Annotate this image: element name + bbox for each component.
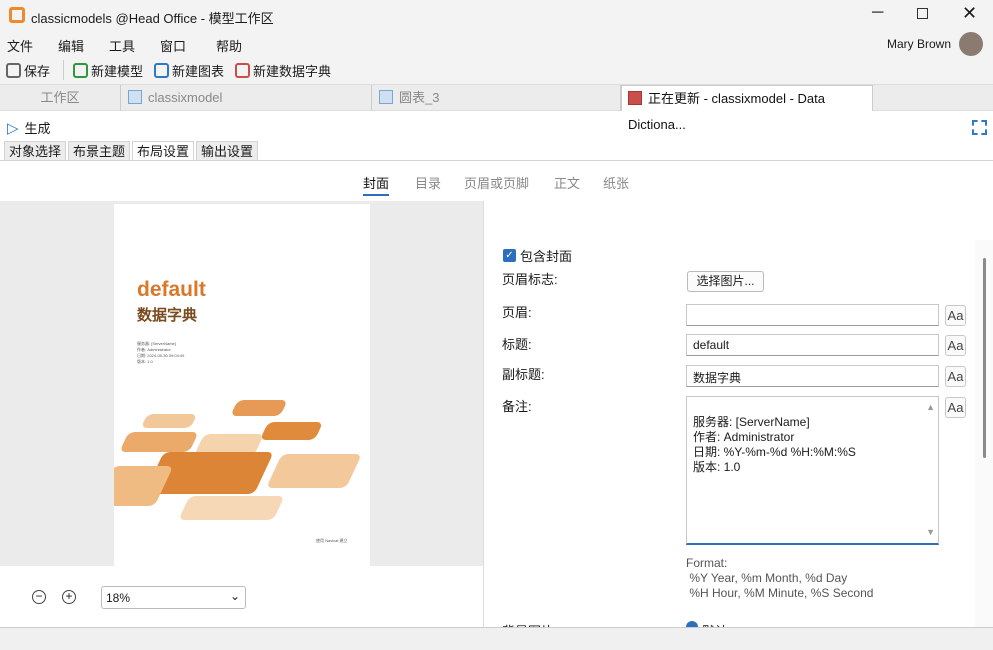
subtitle-label: 副标题: — [502, 367, 545, 382]
zoom-out-button[interactable]: − — [32, 590, 46, 604]
new-diagram-button[interactable]: 新建图表 — [154, 61, 224, 80]
diagram-icon — [379, 90, 393, 104]
scroll-down-icon[interactable]: ▼ — [926, 525, 935, 540]
title-bar: classicmodels @Head Office - 模型工作区 ─ ✕ — [0, 0, 993, 32]
new-dictionary-button[interactable]: 新建数据字典 — [235, 61, 331, 80]
vertical-scrollbar[interactable] — [975, 240, 993, 627]
title-label: 标题: — [502, 337, 532, 352]
play-icon: ▷ — [7, 119, 19, 137]
title-font-button[interactable]: Aa — [945, 335, 966, 356]
dictionary-icon — [628, 91, 642, 105]
cover-art — [178, 496, 285, 520]
window-title: classicmodels @Head Office - 模型工作区 — [31, 11, 274, 26]
maximize-button[interactable] — [917, 8, 928, 19]
menu-bar: 文件 编辑 工具 窗口 帮助 Mary Brown — [0, 32, 993, 56]
document-tabs: 工作区 classixmodel 圆表_3 正在更新 - classixmode… — [0, 84, 993, 132]
menu-file[interactable]: 文件 — [7, 36, 33, 55]
cover-preview: default 数据字典 服务器: [ServerName] 作者: Admini… — [114, 204, 370, 566]
new-model-icon — [73, 63, 88, 78]
cover-art — [119, 432, 199, 452]
fullscreen-icon[interactable] — [972, 120, 987, 135]
choose-image-button[interactable]: 选择图片... — [687, 271, 764, 292]
header-font-button[interactable]: Aa — [945, 305, 966, 326]
tab-workspace[interactable]: 工作区 — [0, 85, 121, 111]
menu-tools[interactable]: 工具 — [109, 36, 135, 55]
notes-label: 备注: — [502, 399, 532, 414]
cover-art — [266, 454, 362, 488]
section-toc[interactable]: 目录 — [415, 173, 441, 192]
notes-font-button[interactable]: Aa — [945, 397, 966, 418]
app-logo-icon — [9, 7, 25, 23]
status-bar — [0, 627, 993, 650]
subtitle-font-button[interactable]: Aa — [945, 366, 966, 387]
new-diagram-icon — [154, 63, 169, 78]
close-button[interactable]: ✕ — [962, 3, 977, 24]
divider — [63, 60, 64, 80]
section-body[interactable]: 正文 — [554, 173, 580, 192]
cover-art — [140, 414, 198, 428]
menu-window[interactable]: 窗口 — [160, 36, 186, 55]
scroll-up-icon[interactable]: ▲ — [926, 400, 935, 415]
chevron-down-icon: ⌄ — [229, 589, 240, 603]
save-icon — [6, 63, 21, 78]
tab-theme[interactable]: 布景主题 — [68, 141, 131, 161]
notes-textarea[interactable]: 服务器: [ServerName] 作者: Administrator 日期: … — [686, 396, 939, 545]
divider — [483, 201, 484, 627]
header-label: 页眉: — [502, 305, 532, 320]
preview-subtitle: 数据字典 — [137, 307, 198, 324]
preview-title: default — [137, 278, 206, 301]
format-help: Format: %Y Year, %m Month, %d Day %H Hou… — [686, 556, 874, 600]
logo-label: 页眉标志: — [502, 272, 558, 287]
header-input[interactable] — [686, 304, 939, 326]
cover-art — [230, 400, 288, 416]
divider — [0, 160, 993, 161]
section-cover[interactable]: 封面 — [363, 173, 390, 196]
menu-help[interactable]: 帮助 — [216, 36, 242, 55]
tab-object-selection[interactable]: 对象选择 — [4, 141, 67, 161]
new-model-button[interactable]: 新建模型 — [73, 61, 143, 80]
tab-classixmodel[interactable]: classixmodel — [122, 85, 372, 111]
include-cover-checkbox[interactable]: ✓ 包含封面 — [503, 246, 572, 265]
preview-notes: 服务器: [ServerName] 作者: Administrator 日期: 20… — [137, 341, 185, 364]
tab-output[interactable]: 输出设置 — [196, 141, 259, 161]
zoom-in-button[interactable]: + — [62, 590, 76, 604]
user-name[interactable]: Mary Brown — [887, 37, 951, 51]
tab-data-dictionary[interactable]: 正在更新 - classixmodel - Data Dictiona... — [621, 85, 873, 132]
tab-diagram[interactable]: 圆表_3 — [373, 85, 621, 111]
subtitle-input[interactable]: 数据字典 — [686, 365, 939, 387]
zoom-select[interactable]: 18% ⌄ — [101, 586, 246, 609]
tab-layout[interactable]: 布局设置 — [132, 141, 195, 161]
generate-button[interactable]: ▷ 生成 — [7, 118, 51, 137]
title-input[interactable]: default — [686, 334, 939, 356]
minimize-button[interactable]: ─ — [872, 4, 883, 22]
cover-art — [259, 422, 324, 440]
preview-footer: 使用 Navicat 建立 — [316, 538, 348, 543]
new-dictionary-icon — [235, 63, 250, 78]
scrollbar-thumb[interactable] — [982, 258, 986, 458]
toolbar: 保存 新建模型 新建图表 新建数据字典 — [0, 56, 993, 84]
save-button[interactable]: 保存 — [6, 61, 50, 80]
section-paper[interactable]: 纸张 — [603, 173, 629, 192]
section-header-footer[interactable]: 页眉或页脚 — [464, 173, 529, 192]
model-icon — [128, 90, 142, 104]
menu-edit[interactable]: 编辑 — [58, 36, 84, 55]
checkbox-checked-icon: ✓ — [503, 249, 516, 262]
avatar[interactable] — [959, 32, 983, 56]
